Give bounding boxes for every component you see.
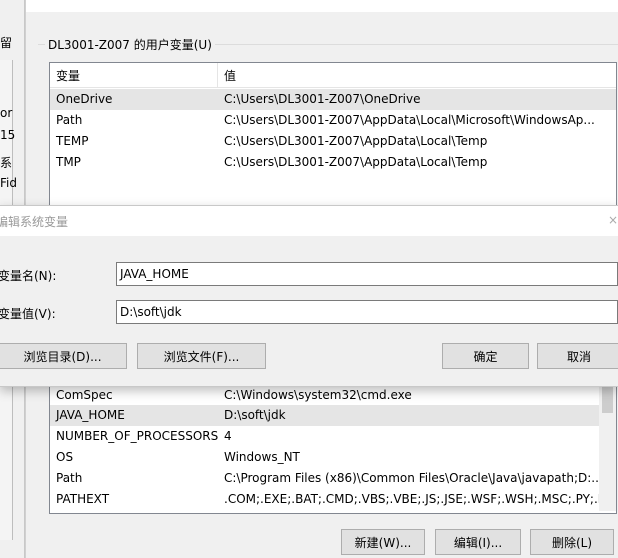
user-var-row-onedrive[interactable]: OneDrive C:\Users\DL3001-Z007\OneDrive <box>50 89 616 110</box>
variable-value-field[interactable]: D:\soft\jdk <box>116 300 618 324</box>
scrollbar-thumb[interactable] <box>602 387 613 413</box>
system-var-row-pathext[interactable]: PATHEXT .COM;.EXE;.BAT;.CMD;.VBS;.VBE;.J… <box>50 489 616 510</box>
close-icon[interactable]: × <box>608 213 618 227</box>
variable-value: 4 <box>224 429 232 443</box>
browse-directory-button[interactable]: 浏览目录(D)... <box>0 343 127 369</box>
edit-system-var-button[interactable]: 编辑(I)... <box>435 529 521 555</box>
variable-value: Windows_NT <box>224 450 300 464</box>
user-var-row-temp[interactable]: TEMP C:\Users\DL3001-Z007\AppData\Local\… <box>50 131 616 152</box>
cancel-button[interactable]: 取消 <box>537 343 618 369</box>
variable-name: NUMBER_OF_PROCESSORS <box>56 429 219 443</box>
variable-name: OneDrive <box>56 92 113 106</box>
variable-name-label: 变量名(N): <box>0 269 57 283</box>
user-var-row-tmp[interactable]: TMP C:\Users\DL3001-Z007\AppData\Local\T… <box>50 152 616 173</box>
variable-name: TEMP <box>56 134 89 148</box>
variable-name: JAVA_HOME <box>56 408 125 422</box>
background-text: 系 <box>0 156 13 170</box>
variable-name: OS <box>56 450 74 464</box>
variable-value-label: 变量值(V): <box>0 307 56 321</box>
variable-name: Path <box>56 113 83 127</box>
system-var-row-comspec[interactable]: ComSpec C:\Windows\system32\cmd.exe <box>50 385 616 406</box>
system-var-row-number-of-processors[interactable]: NUMBER_OF_PROCESSORS 4 <box>50 426 616 447</box>
column-header-value[interactable]: 值 <box>224 67 236 84</box>
background-text: Fid <box>0 176 17 190</box>
user-vars-list[interactable]: 变量 值 OneDrive C:\Users\DL3001-Z007\OneDr… <box>49 62 617 214</box>
browse-file-button[interactable]: 浏览文件(F)... <box>137 343 266 369</box>
variable-value: D:\soft\jdk <box>224 408 286 422</box>
dialog-title: 编辑系统变量 <box>0 215 69 229</box>
system-var-row-os[interactable]: OS Windows_NT <box>50 447 616 468</box>
edit-system-variable-dialog: 编辑系统变量 × 变量名(N): JAVA_HOME 变量值(V): D:\so… <box>0 205 618 387</box>
ok-button[interactable]: 确定 <box>442 343 529 369</box>
variable-value: C:\Users\DL3001-Z007\OneDrive <box>224 92 421 106</box>
variable-value: C:\Users\DL3001-Z007\AppData\Local\Temp <box>224 134 488 148</box>
variable-name-field[interactable]: JAVA_HOME <box>116 262 618 286</box>
window-top-band <box>26 0 618 12</box>
new-system-var-button[interactable]: 新建(W)... <box>341 529 425 555</box>
background-text: 15 <box>0 128 16 142</box>
variable-name: Path <box>56 471 83 485</box>
variable-value: C:\Users\DL3001-Z007\AppData\Local\Micro… <box>224 113 595 127</box>
user-vars-group-title: DL3001-Z007 的用户变量(U) <box>45 36 215 53</box>
system-var-row-path[interactable]: Path C:\Program Files (x86)\Common Files… <box>50 468 616 489</box>
background-text: or <box>0 106 13 120</box>
variable-name: PATHEXT <box>56 492 110 506</box>
variable-value: C:\Users\DL3001-Z007\AppData\Local\Temp <box>224 155 488 169</box>
variable-value: .COM;.EXE;.BAT;.CMD;.VBS;.VBE;.JS;.JSE;.… <box>224 492 612 506</box>
variable-name: TMP <box>56 155 81 169</box>
system-var-row-java-home[interactable]: JAVA_HOME D:\soft\jdk <box>50 405 616 426</box>
variable-name: ComSpec <box>56 388 113 402</box>
delete-system-var-button[interactable]: 删除(L) <box>530 529 614 555</box>
background-text: 留 <box>0 36 13 50</box>
column-separator[interactable] <box>217 63 218 87</box>
variable-value: C:\Program Files (x86)\Common Files\Orac… <box>224 471 603 485</box>
variable-value: C:\Windows\system32\cmd.exe <box>224 388 412 402</box>
column-header-variable[interactable]: 变量 <box>56 67 80 84</box>
user-var-row-path[interactable]: Path C:\Users\DL3001-Z007\AppData\Local\… <box>50 110 616 131</box>
user-vars-list-header: 变量 值 <box>50 63 616 88</box>
dialog-titlebar[interactable]: 编辑系统变量 × <box>0 206 618 236</box>
